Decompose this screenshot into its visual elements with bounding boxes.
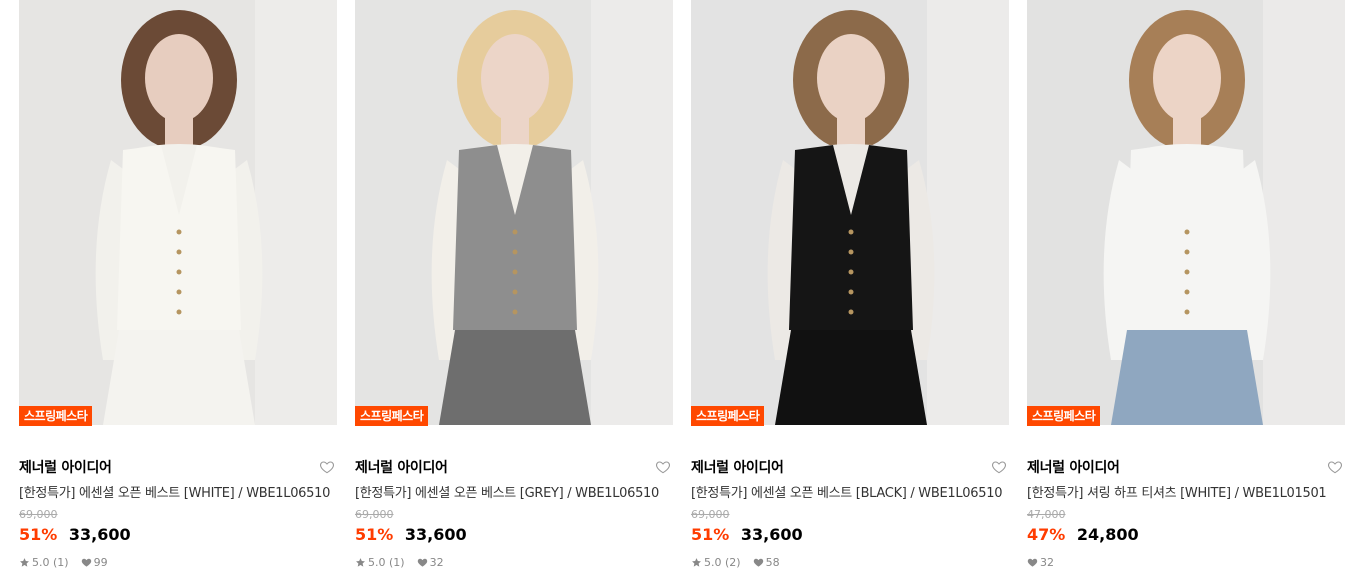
likes-count: 99 <box>93 556 108 569</box>
product-image[interactable] <box>691 0 1009 425</box>
garment-button <box>1184 289 1190 295</box>
brand-name[interactable]: 제너럴 아이디어 <box>1027 460 1120 476</box>
garment-button <box>848 249 854 255</box>
garment-button <box>1184 309 1190 315</box>
garment-button <box>512 229 518 235</box>
sale-price: 33,600 <box>740 525 803 544</box>
wishlist-heart-icon[interactable] <box>991 459 1007 475</box>
garment-button <box>848 269 854 275</box>
bottom-garment <box>439 330 591 425</box>
heart-icon <box>1027 558 1038 567</box>
garment-button <box>848 289 854 295</box>
discount-rate: 47% <box>1027 525 1066 544</box>
bottom-garment <box>1111 330 1263 425</box>
face <box>1153 34 1221 122</box>
discount-rate: 51% <box>19 525 58 544</box>
model-photo <box>1027 0 1345 425</box>
star-icon <box>356 558 365 567</box>
promo-badge: 스프링페스타 <box>691 406 765 426</box>
background-wall <box>1263 0 1345 425</box>
rating-text: 5.0 (2) <box>704 556 741 569</box>
model-photo <box>355 0 673 425</box>
garment-button <box>176 269 182 275</box>
wishlist-heart-icon[interactable] <box>319 459 335 475</box>
garment-button <box>848 229 854 235</box>
product-image[interactable] <box>19 0 337 425</box>
model-photo <box>691 0 1009 425</box>
likes-count: 32 <box>1040 556 1054 569</box>
heart-icon <box>753 558 763 567</box>
likes-count: 58 <box>765 556 780 569</box>
garment-button <box>512 289 518 295</box>
rating-text: 5.0 (1) <box>368 556 405 569</box>
background-wall <box>255 0 337 425</box>
promo-badge: 스프링페스타 <box>1027 406 1101 426</box>
product-title[interactable]: [한정특가] 에센셜 오픈 베스트 [BLACK] / WBE1L06510 <box>691 482 1009 501</box>
brand-name[interactable]: 제너럴 아이디어 <box>691 460 784 476</box>
star-icon <box>692 558 701 567</box>
background-wall <box>927 0 1009 425</box>
product-card[interactable]: 스프링페스타 제너럴 아이디어 [한정특가] 에센셜 오픈 베스트 [WHITE… <box>19 0 337 569</box>
garment-button <box>1184 249 1190 255</box>
garment-button <box>176 229 182 235</box>
wishlist-heart-icon[interactable] <box>1327 459 1343 475</box>
original-price: 69,000 <box>355 508 394 521</box>
rating-text: 5.0 (1) <box>32 556 69 569</box>
product-card[interactable]: 스프링페스타 제너럴 아이디어 [한정특가] 에센셜 오픈 베스트 [GREY]… <box>355 0 673 569</box>
product-title[interactable]: [한정특가] 에센셜 오픈 베스트 [GREY] / WBE1L06510 <box>355 482 673 501</box>
promo-badge: 스프링페스타 <box>19 406 93 426</box>
wishlist-heart-icon[interactable] <box>655 459 671 475</box>
rating: 5.0 (1) <box>355 556 405 569</box>
likes: 32 <box>1027 556 1054 569</box>
garment-button <box>1184 229 1190 235</box>
face <box>145 34 213 122</box>
garment-button <box>1184 269 1190 275</box>
product-card[interactable]: 스프링페스타 제너럴 아이디어 [한정특가] 셔링 하프 티셔츠 [WHITE]… <box>1027 0 1345 569</box>
heart-icon <box>417 558 427 567</box>
garment-button <box>512 249 518 255</box>
brand-name[interactable]: 제너럴 아이디어 <box>355 460 448 476</box>
garment-button <box>176 249 182 255</box>
heart-icon <box>81 558 91 567</box>
bottom-garment <box>775 330 927 425</box>
product-image[interactable] <box>355 0 673 425</box>
sale-price: 24,800 <box>1076 525 1139 544</box>
original-price: 69,000 <box>19 508 58 521</box>
product-grid: 스프링페스타 제너럴 아이디어 [한정특가] 에센셜 오픈 베스트 [WHITE… <box>0 0 1356 569</box>
likes: 99 <box>81 556 108 569</box>
promo-badge: 스프링페스타 <box>355 406 429 426</box>
original-price: 69,000 <box>691 508 730 521</box>
background-wall <box>591 0 673 425</box>
sale-price: 33,600 <box>404 525 467 544</box>
product-title[interactable]: [한정특가] 에센셜 오픈 베스트 [WHITE] / WBE1L06510 <box>19 482 337 501</box>
rating: 5.0 (2) <box>691 556 741 569</box>
garment-button <box>512 309 518 315</box>
product-title[interactable]: [한정특가] 셔링 하프 티셔츠 [WHITE] / WBE1L01501 <box>1027 482 1345 501</box>
garment-button <box>176 289 182 295</box>
product-image[interactable] <box>1027 0 1345 425</box>
discount-rate: 51% <box>355 525 394 544</box>
likes: 32 <box>417 556 444 569</box>
garment-button <box>512 269 518 275</box>
brand-name[interactable]: 제너럴 아이디어 <box>19 460 112 476</box>
discount-rate: 51% <box>691 525 730 544</box>
star-icon <box>20 558 29 567</box>
garment-button <box>176 309 182 315</box>
sale-price: 33,600 <box>68 525 131 544</box>
garment-button <box>848 309 854 315</box>
original-price: 47,000 <box>1027 508 1066 521</box>
likes-count: 32 <box>429 556 444 569</box>
product-card[interactable]: 스프링페스타 제너럴 아이디어 [한정특가] 에센셜 오픈 베스트 [BLACK… <box>691 0 1009 569</box>
rating: 5.0 (1) <box>19 556 69 569</box>
likes: 58 <box>753 556 780 569</box>
face <box>817 34 885 122</box>
model-photo <box>19 0 337 425</box>
bottom-garment <box>103 330 255 425</box>
face <box>481 34 549 122</box>
